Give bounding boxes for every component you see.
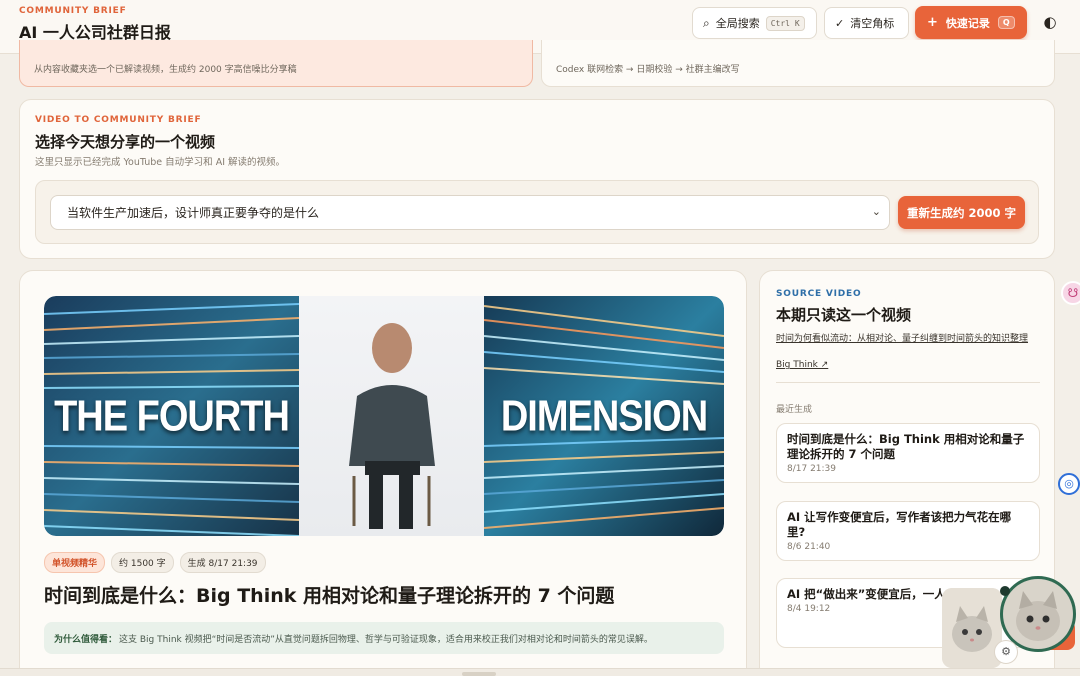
plus-icon: +	[927, 15, 938, 30]
video-selector-card: VIDEO TO COMMUNITY BRIEF 选择今天想分享的一个视频 这里…	[19, 99, 1055, 259]
source-channel-link[interactable]: Big Think ↗	[776, 360, 828, 370]
cat-image	[942, 588, 1002, 668]
search-icon: ⌕	[703, 15, 710, 30]
pet-cat-card[interactable]	[942, 588, 1002, 668]
source-kicker: SOURCE VIDEO	[776, 289, 862, 299]
regenerate-button[interactable]: 重新生成约 2000 字	[898, 196, 1025, 229]
selector-title: 选择今天想分享的一个视频	[35, 133, 216, 151]
recent-item[interactable]: 时间到底是什么：Big Think 用相对论和量子理论拆开的 7 个问题 8/1…	[776, 423, 1040, 483]
global-search-button[interactable]: ⌕ 全局搜索 Ctrl K	[692, 7, 817, 39]
article-card: THE FOURTH DIMENSION 单视频精华 约 1500 字 生成 8…	[19, 270, 747, 676]
hero-center-figure	[299, 296, 484, 536]
pet-status-dot	[1000, 586, 1010, 596]
selector-kicker: VIDEO TO COMMUNITY BRIEF	[35, 115, 202, 125]
article-title: 时间到底是什么：Big Think 用相对论和量子理论拆开的 7 个问题	[44, 585, 615, 607]
chevron-down-icon: ⌄	[871, 205, 881, 218]
clear-badges-button[interactable]: ✓ 清空角标	[824, 7, 909, 39]
mode-card-description: Codex 联网检索 → 日期校验 → 社群主编改写	[556, 65, 740, 75]
selector-subtitle: 这里只显示已经完成 YouTube 自动学习和 AI 解读的视频。	[35, 157, 286, 168]
source-title: 本期只读这一个视频	[776, 306, 912, 324]
recent-item-time: 8/6 21:40	[787, 542, 831, 552]
source-video-link[interactable]: 时间为何看似流动：从相对论、量子纠缠到时间箭头的知识整理	[776, 332, 1046, 346]
selector-row: 当软件生产加速后，设计师真正要争夺的是什么 ⌄ 重新生成约 2000 字	[35, 180, 1039, 244]
search-shortcut: Ctrl K	[765, 15, 805, 31]
why-label: 为什么值得看：	[54, 634, 118, 645]
recent-item-title: AI 让写作变便宜后，写作者该把力气花在哪里?	[787, 510, 1012, 539]
assistant-float-icon[interactable]: ☋	[1061, 281, 1080, 305]
speaker-figure	[349, 323, 435, 529]
mode-card-single-video[interactable]: 从内容收藏夹选一个已解读视频，生成约 2000 字高信噪比分享稿	[19, 40, 533, 87]
gear-icon[interactable]: ⚙	[994, 640, 1018, 664]
bottom-scrollbar[interactable]	[0, 668, 1080, 676]
why-text: 这支 Big Think 视频把“时间是否流动”从直觉问题拆回物理、哲学与可验证…	[119, 634, 653, 645]
hero-thumbnail: THE FOURTH DIMENSION	[44, 296, 724, 536]
mode-card-description: 从内容收藏夹选一个已解读视频，生成约 2000 字高信噪比分享稿	[34, 65, 297, 75]
chip-length: 约 1500 字	[111, 552, 174, 573]
chip-generated: 生成 8/17 21:39	[179, 552, 266, 573]
mode-card-codex[interactable]: Codex 联网检索 → 日期校验 → 社群主编改写	[541, 40, 1055, 87]
check-icon: ✓	[835, 16, 845, 30]
clear-badges-label: 清空角标	[850, 17, 895, 30]
video-select[interactable]: 当软件生产加速后，设计师真正要争夺的是什么 ⌄	[50, 195, 890, 230]
quick-note-button[interactable]: + 快速记录 Q	[915, 6, 1027, 39]
chip-type: 单视频精华	[44, 552, 106, 573]
hero-left-text: THE FOURTH	[54, 392, 290, 442]
why-worth-watching: 为什么值得看： 这支 Big Think 视频把“时间是否流动”从直觉问题拆回物…	[44, 622, 724, 654]
quick-note-label: 快速记录	[945, 16, 990, 30]
theme-toggle-icon[interactable]: ◐	[1041, 13, 1059, 31]
recent-item[interactable]: AI 让写作变便宜后，写作者该把力气花在哪里? 8/6 21:40	[776, 501, 1040, 561]
hero-right-panel: DIMENSION	[484, 296, 724, 536]
recent-item-title: 时间到底是什么：Big Think 用相对论和量子理论拆开的 7 个问题	[787, 432, 1025, 461]
cat-avatar-image	[1003, 579, 1073, 649]
sidebar-divider	[776, 382, 1040, 383]
quick-note-shortcut: Q	[997, 16, 1015, 29]
video-select-value: 当软件生产加速后，设计师真正要争夺的是什么	[67, 206, 320, 220]
scrollbar-thumb[interactable]	[462, 672, 496, 676]
global-search-label: 全局搜索	[715, 17, 760, 30]
hero-right-text: DIMENSION	[500, 392, 708, 442]
extension-float-icon[interactable]: ◎	[1058, 473, 1080, 495]
recent-item-time: 8/17 21:39	[787, 464, 837, 474]
article-chips: 单视频精华 约 1500 字 生成 8/17 21:39	[44, 552, 266, 573]
hero-left-panel: THE FOURTH	[44, 296, 299, 536]
brand-kicker: COMMUNITY BRIEF	[19, 6, 127, 16]
recent-label: 最近生成	[776, 405, 813, 415]
